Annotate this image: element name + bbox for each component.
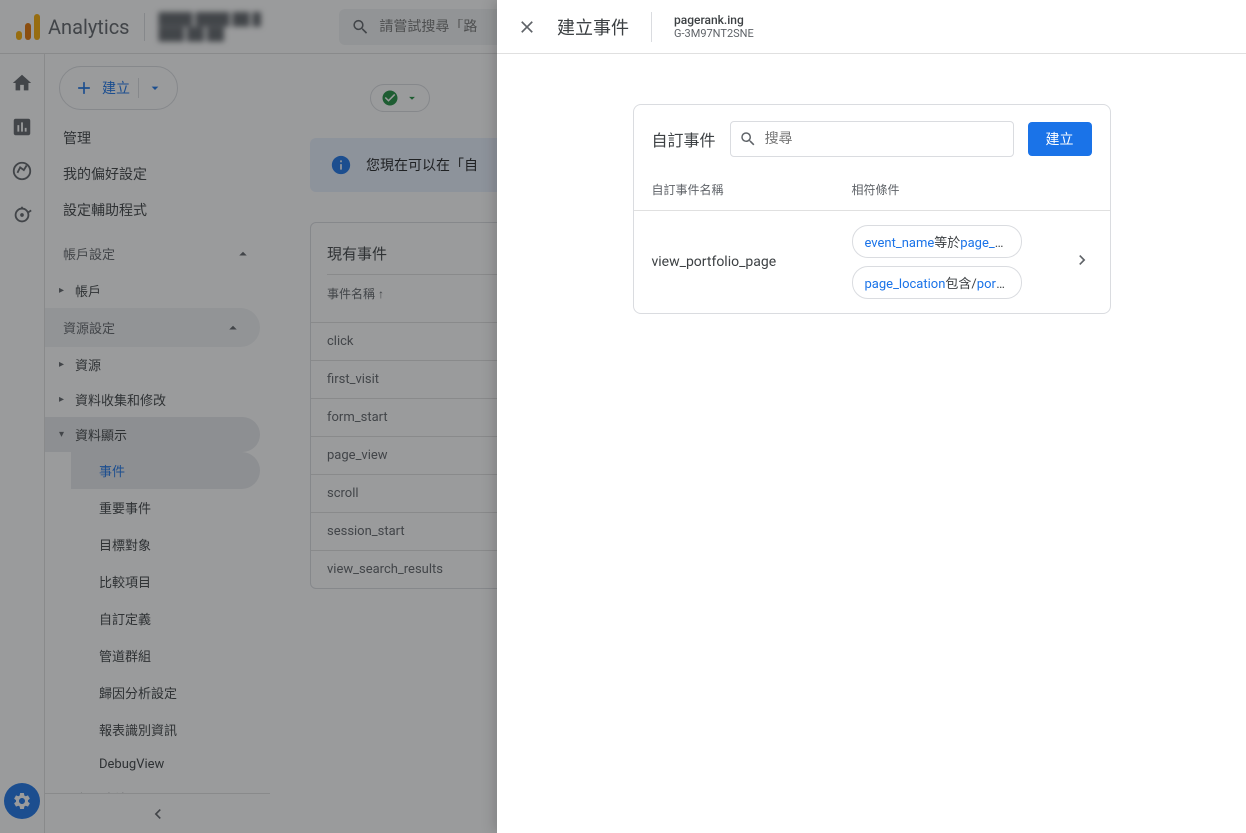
panel-property-meta: pagerank.ing G-3M97NT2SNE — [674, 13, 754, 41]
event-search-field[interactable] — [730, 121, 1014, 157]
card-title: 自訂事件 — [652, 127, 716, 151]
conditions-cell: event_name等於page_vie… page_location包含/po… — [852, 225, 1062, 299]
event-name-cell: view_portfolio_page — [652, 254, 842, 270]
col-custom-event-name: 自訂事件名稱 — [652, 181, 852, 198]
custom-events-card: 自訂事件 建立 自訂事件名稱 相符條件 view_portfolio_page … — [633, 104, 1111, 314]
chevron-right-icon — [1072, 250, 1092, 274]
panel-title: 建立事件 — [557, 14, 629, 40]
create-event-button[interactable]: 建立 — [1028, 122, 1092, 156]
event-search-input[interactable] — [765, 131, 1005, 147]
condition-pill: event_name等於page_vie… — [852, 225, 1022, 258]
search-icon — [739, 129, 757, 149]
close-icon — [517, 17, 537, 37]
panel-header: 建立事件 pagerank.ing G-3M97NT2SNE — [497, 0, 1246, 54]
custom-event-row[interactable]: view_portfolio_page event_name等於page_vie… — [634, 210, 1110, 313]
close-button[interactable] — [515, 15, 539, 39]
col-matching-conditions: 相符條件 — [852, 181, 900, 198]
condition-pill: page_location包含/portf… — [852, 266, 1022, 299]
create-event-panel: 建立事件 pagerank.ing G-3M97NT2SNE 自訂事件 建立 自… — [497, 0, 1246, 833]
